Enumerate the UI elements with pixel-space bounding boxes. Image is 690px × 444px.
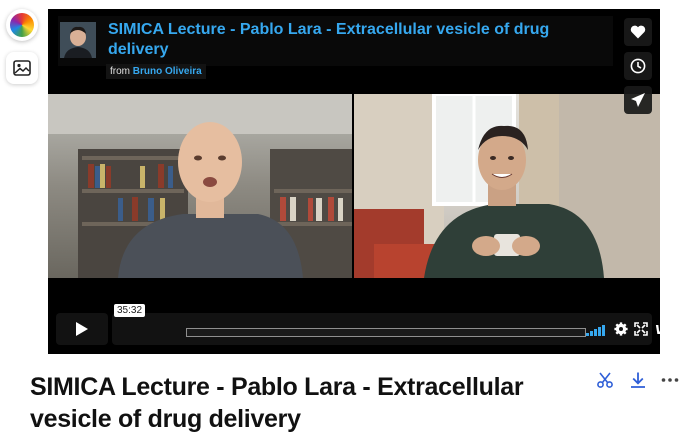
download-icon <box>631 372 645 388</box>
color-wheel-icon <box>10 13 34 37</box>
clip-button[interactable] <box>594 370 616 390</box>
left-scene-illustration <box>48 94 352 278</box>
clip-icon <box>597 372 613 388</box>
owner-avatar[interactable] <box>60 22 96 58</box>
more-button[interactable] <box>659 370 681 390</box>
video-participant-left <box>48 94 352 278</box>
control-bar: vimeo 35:32 <box>56 304 660 347</box>
color-wheel-button[interactable] <box>6 9 38 41</box>
video-participant-right <box>354 94 660 278</box>
seek-track[interactable] <box>186 328 586 337</box>
progress-bar-panel: vimeo <box>112 313 660 345</box>
like-icon <box>630 25 646 39</box>
byline-prefix: from <box>110 66 130 77</box>
settings-icon[interactable] <box>613 321 629 337</box>
vimeo-logo[interactable]: vimeo <box>655 319 660 339</box>
video-title-link[interactable]: SIMICA Lecture - Pablo Lara - Extracellu… <box>108 20 608 60</box>
right-scene-illustration <box>354 94 660 278</box>
volume-icon[interactable] <box>586 322 606 336</box>
owner-link[interactable]: Bruno Oliveira <box>133 66 202 77</box>
share-icon <box>631 93 645 107</box>
page-title: SIMICA Lecture - Pablo Lara - Extracellu… <box>30 373 524 433</box>
fullscreen-icon[interactable] <box>633 321 649 337</box>
video-frame[interactable] <box>48 94 660 278</box>
download-button[interactable] <box>627 370 649 390</box>
timecode-tooltip: 35:32 <box>114 304 146 317</box>
avatar-portrait <box>60 22 96 58</box>
image-icon <box>13 60 31 76</box>
share-button[interactable] <box>624 86 652 114</box>
like-button[interactable] <box>624 18 652 46</box>
image-button[interactable] <box>6 52 38 84</box>
watch-later-button[interactable] <box>624 52 652 80</box>
play-button[interactable] <box>56 313 108 345</box>
play-icon <box>76 322 88 336</box>
more-icon <box>661 378 679 382</box>
video-player[interactable]: SIMICA Lecture - Pablo Lara - Extracellu… <box>48 9 660 354</box>
watch-later-icon <box>630 58 646 74</box>
byline: from Bruno Oliveira <box>106 64 206 79</box>
